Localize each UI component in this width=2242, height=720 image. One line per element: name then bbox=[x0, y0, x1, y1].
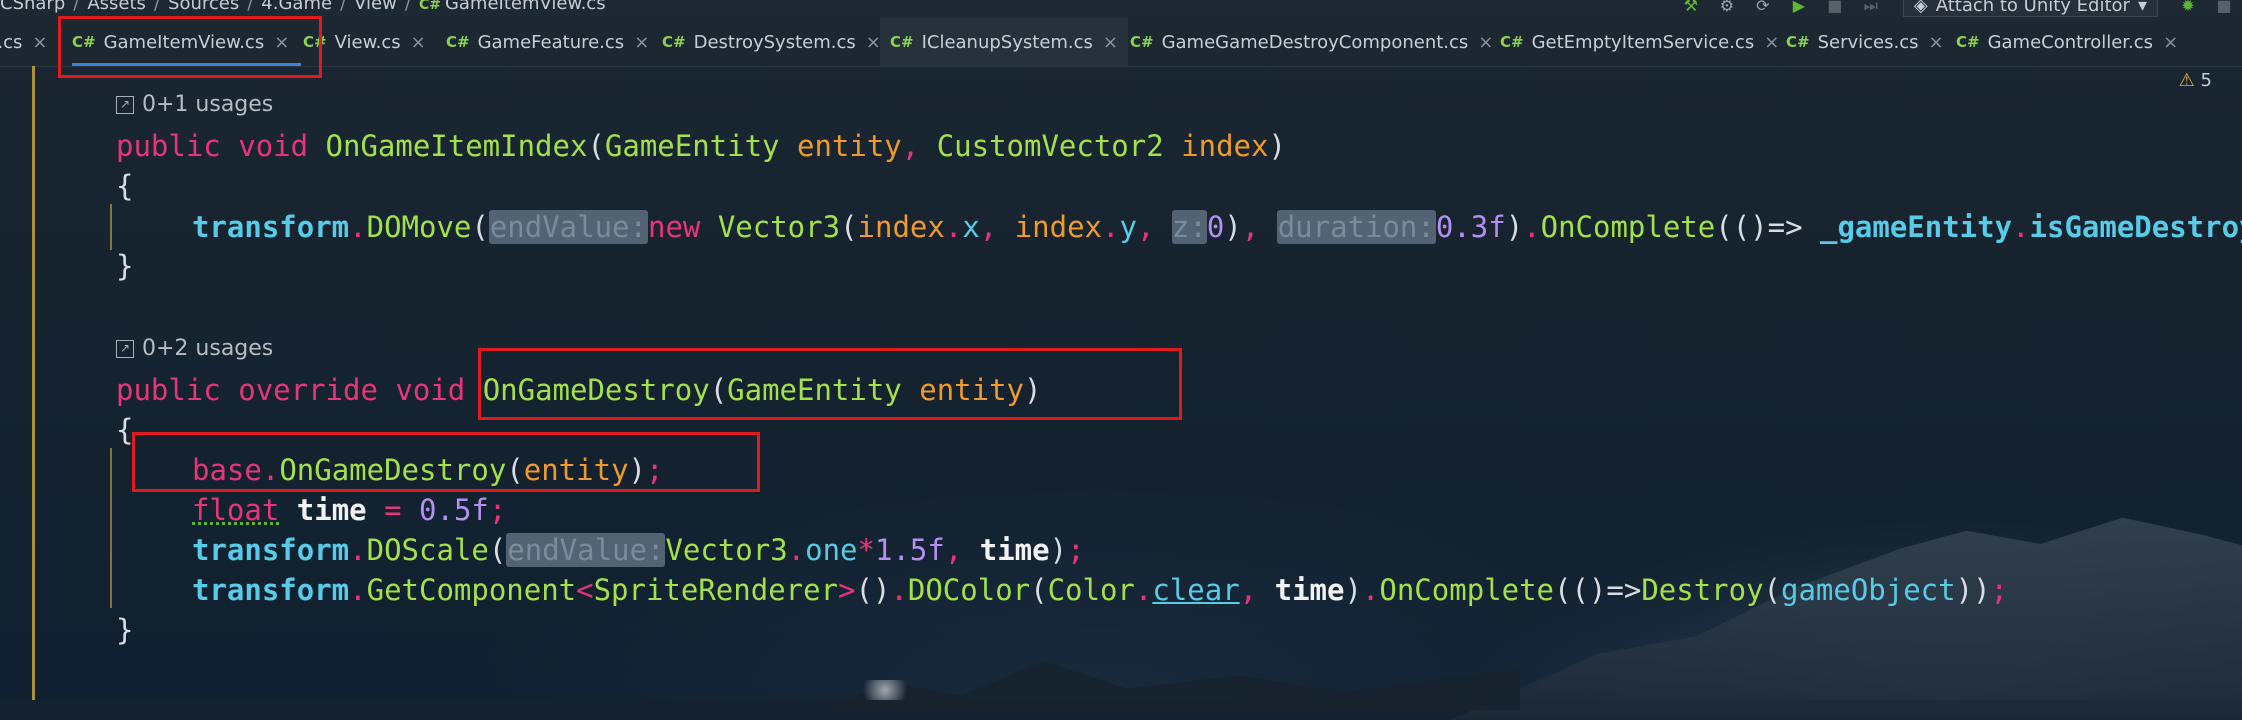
breadcrumb-item[interactable]: GameItemView.cs bbox=[445, 0, 606, 14]
change-marker bbox=[110, 204, 112, 250]
tab-label: GetEmptyItemService.cs bbox=[1531, 31, 1755, 53]
code-line[interactable]: float time = 0.5f; bbox=[192, 492, 506, 528]
stop-icon[interactable]: ■ bbox=[1824, 0, 1846, 14]
tab-label: GameController.cs bbox=[1987, 31, 2154, 53]
close-icon[interactable]: × bbox=[2163, 32, 2178, 53]
csharp-file-icon: C# bbox=[418, 0, 441, 13]
external-link-icon: ↗ bbox=[116, 339, 134, 358]
change-marker bbox=[110, 448, 112, 608]
run-play-icon[interactable]: ▶ bbox=[1788, 0, 1810, 14]
code-line[interactable]: } bbox=[116, 248, 133, 284]
code-line[interactable]: transform.DOMove(endValue:new Vector3(in… bbox=[192, 209, 2242, 245]
tab-label: GameGameDestroyComponent.cs bbox=[1161, 31, 1469, 53]
code-line[interactable]: transform.DOScale(endValue:Vector3.one*1… bbox=[192, 532, 1085, 568]
warning-count: 5 bbox=[2200, 70, 2212, 91]
code-line[interactable]: { bbox=[116, 412, 133, 448]
tab-label: Services.cs bbox=[1817, 31, 1919, 53]
debug-attach-icon[interactable]: ⟳ bbox=[1752, 0, 1774, 14]
breadcrumb-item[interactable]: Assets bbox=[87, 0, 146, 14]
editor-tab-bar: s.cs× C#GameItemView.cs× C#View.cs× C#Ga… bbox=[0, 18, 2242, 67]
codelens-usages[interactable]: ↗ 0+2 usages bbox=[116, 336, 273, 361]
usages-label: 0+2 usages bbox=[142, 336, 274, 361]
chevron-down-icon: ▾ bbox=[2137, 0, 2147, 16]
stop-all-icon[interactable]: ■ bbox=[2213, 0, 2235, 14]
close-icon[interactable]: × bbox=[1928, 32, 1943, 53]
csharp-file-icon: C# bbox=[1130, 33, 1154, 51]
csharp-file-icon: C# bbox=[446, 33, 470, 51]
tab-destroysystem[interactable]: C# DestroySystem.cs × bbox=[662, 18, 881, 66]
close-icon[interactable]: × bbox=[634, 32, 649, 53]
breadcrumb-item[interactable]: CSharp bbox=[0, 0, 65, 14]
tab-label: DestroySystem.cs bbox=[693, 31, 856, 53]
usages-label: 0+1 usages bbox=[142, 92, 274, 117]
csharp-file-icon: C# bbox=[1786, 33, 1810, 51]
tab-label: s.cs bbox=[0, 31, 23, 53]
tab-partial-cs[interactable]: s.cs × bbox=[0, 18, 47, 66]
tab-services[interactable]: C# Services.cs × bbox=[1786, 18, 1944, 66]
tab-label: ICleanupSystem.cs bbox=[921, 31, 1093, 53]
tab-icleanupsystem[interactable]: C# ICleanupSystem.cs × bbox=[880, 18, 1129, 66]
code-line[interactable]: public override void OnGameDestroy(GameE… bbox=[116, 372, 1041, 408]
tab-getemptyitemservice[interactable]: C# GetEmptyItemService.cs × bbox=[1500, 18, 1779, 66]
change-gutter bbox=[32, 66, 35, 700]
debug-bug-icon[interactable]: ✹ bbox=[2177, 0, 2199, 14]
close-icon[interactable]: × bbox=[32, 32, 47, 53]
csharp-file-icon: C# bbox=[890, 33, 914, 51]
breadcrumb: CSharp / Assets / Sources/4.Game / View / C# Game… bbox=[0, 0, 2242, 18]
code-line[interactable]: public void OnGameItemIndex(GameEntity e… bbox=[116, 128, 1286, 164]
csharp-file-icon: C# bbox=[1956, 33, 1980, 51]
tab-gamegamedestroycomponent[interactable]: C# GameGameDestroyComponent.cs × bbox=[1130, 18, 1493, 66]
breadcrumb-item[interactable]: Sources bbox=[168, 0, 239, 14]
run-configuration-select[interactable]: ◈ Attach to Unity Editor ▾ bbox=[1902, 0, 2158, 17]
breadcrumb-item[interactable]: 4.Game bbox=[261, 0, 332, 14]
csharp-file-icon: C# bbox=[1500, 33, 1524, 51]
run-configuration-label: Attach to Unity Editor bbox=[1935, 0, 2130, 16]
close-icon[interactable]: × bbox=[411, 32, 426, 53]
warning-icon: ⚠ bbox=[2178, 70, 2195, 91]
highlight-box-active-tab bbox=[58, 16, 322, 78]
codelens-usages[interactable]: ↗ 0+1 usages bbox=[116, 92, 273, 117]
build-hammer-icon[interactable]: ⚒ bbox=[1680, 0, 1702, 14]
code-line[interactable]: transform.GetComponent<SpriteRenderer>()… bbox=[192, 572, 2008, 608]
step-icon[interactable]: ⏭ bbox=[1860, 0, 1882, 14]
code-line[interactable]: base.OnGameDestroy(entity); bbox=[192, 452, 663, 488]
tab-label: GameFeature.cs bbox=[477, 31, 625, 53]
tab-gamefeature[interactable]: C# GameFeature.cs × bbox=[446, 18, 649, 66]
close-icon[interactable]: × bbox=[1478, 32, 1493, 53]
run-toolbar: ⚒ ⚙ ⟳ ▶ ■ ⏭ ◈ Attach to Unity Editor ▾ ✹… bbox=[1673, 0, 2242, 18]
code-line[interactable]: { bbox=[116, 168, 133, 204]
close-icon[interactable]: × bbox=[1764, 32, 1779, 53]
external-link-icon: ↗ bbox=[116, 95, 134, 114]
tab-label: View.cs bbox=[334, 31, 401, 53]
close-icon[interactable]: × bbox=[866, 32, 881, 53]
unity-icon: ◈ bbox=[1913, 0, 1928, 16]
breadcrumb-item[interactable]: View bbox=[354, 0, 397, 14]
background-glow bbox=[855, 680, 915, 700]
code-line[interactable]: } bbox=[116, 612, 133, 648]
inspection-widget[interactable]: ⚠ 5 bbox=[2179, 70, 2212, 91]
tab-gamecontroller[interactable]: C# GameController.cs × bbox=[1956, 18, 2178, 66]
csharp-file-icon: C# bbox=[662, 33, 686, 51]
attach-process-icon[interactable]: ⚙ bbox=[1716, 0, 1738, 14]
close-icon[interactable]: × bbox=[1103, 32, 1118, 53]
